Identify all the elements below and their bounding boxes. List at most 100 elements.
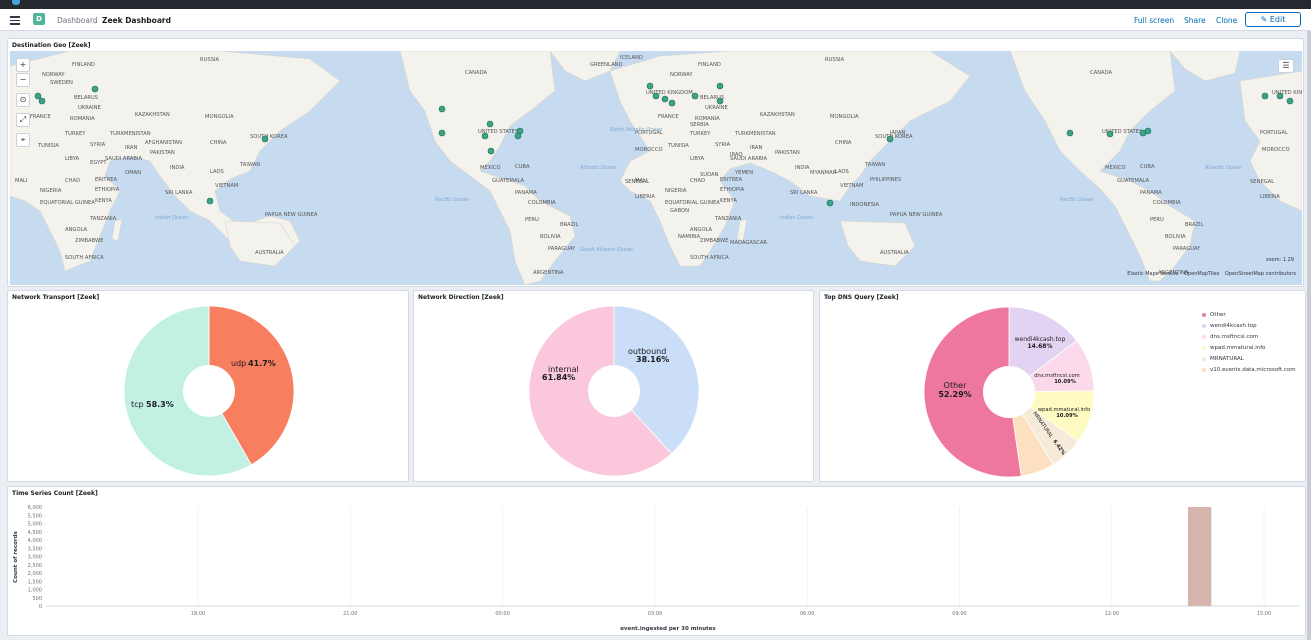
geo-point-marker[interactable] <box>716 82 724 90</box>
country-label: PAPUA NEW GUINEA <box>265 212 318 218</box>
zoom-readout: zoom: 1.29 <box>1265 257 1294 263</box>
destination-geo-panel: Destination Geo [Zeek] RUSSIA RUSSIA FIN… <box>7 38 1304 287</box>
country-label: TANZANIA <box>714 216 742 222</box>
country-label: NORWAY <box>670 72 693 78</box>
geo-point-marker[interactable] <box>886 135 894 143</box>
full-screen-button[interactable]: Full screen <box>1134 16 1174 25</box>
x-tick-label: 15:00 <box>1257 611 1271 617</box>
legend-swatch <box>1202 367 1206 372</box>
page-scrollbar[interactable] <box>1307 31 1311 640</box>
country-label: ETHIOPIA <box>95 187 120 193</box>
geo-point-marker[interactable] <box>716 97 724 105</box>
geo-point-marker[interactable] <box>1261 92 1269 100</box>
country-label: FINLAND <box>698 62 721 68</box>
time-series-chart[interactable]: 0 500 1,000 1,500 2,000 2,500 3,000 3,500 4,000 4… <box>8 487 1307 637</box>
geo-point-marker[interactable] <box>1106 130 1114 138</box>
country-label: TAIWAN <box>239 162 260 168</box>
draw-bounds-icon[interactable]: ⌖ <box>16 133 30 147</box>
country-label: EQUATORIAL GUINEA <box>40 200 95 206</box>
geo-point-marker[interactable] <box>438 105 446 113</box>
geo-point-marker[interactable] <box>34 92 42 100</box>
geo-point-marker[interactable] <box>487 147 495 155</box>
legend-label: dns.msftncsi.com <box>1210 334 1259 340</box>
geo-point-marker[interactable] <box>1286 97 1294 105</box>
country-label: LIBYA <box>65 156 79 162</box>
legend-item[interactable]: wpad.mmatural.info <box>1202 343 1296 354</box>
legend-swatch <box>1202 323 1206 328</box>
legend-item[interactable]: Other <box>1202 310 1296 321</box>
attribution-osm[interactable]: OpenStreetMap contributors <box>1225 271 1296 277</box>
geo-point-marker[interactable] <box>438 129 446 137</box>
geo-point-marker[interactable] <box>1276 92 1284 100</box>
country-label: UNITED KINGDOM <box>1272 90 1302 96</box>
y-tick-label: 3,500 <box>28 546 42 552</box>
geo-point-marker[interactable] <box>691 92 699 100</box>
country-label: LAOS <box>835 169 849 175</box>
country-label: SERBIA <box>690 122 709 128</box>
country-label: NAMIBIA <box>678 234 701 240</box>
y-tick-label: 1,000 <box>28 588 42 594</box>
country-label: EQUATORIAL GUINEA <box>665 200 720 206</box>
slice-label: wendi4kcash.top <box>1015 336 1066 343</box>
breadcrumb-separator: / <box>95 16 98 25</box>
country-label: INDONESIA <box>850 202 879 208</box>
geo-point-marker[interactable] <box>1144 127 1152 135</box>
country-label: KENYA <box>720 198 737 204</box>
geo-point-marker[interactable] <box>826 199 834 207</box>
y-tick-label: 6,000 <box>28 505 42 511</box>
country-label: SYRIA <box>715 142 731 148</box>
zoom-out-button[interactable]: − <box>16 73 30 87</box>
dns-pie-chart[interactable]: wendi4kcash.top14.68%dns.msftncsi.com10.… <box>820 291 1190 483</box>
map-attribution: Elastic Maps Service OpenMapTiles OpenSt… <box>1123 271 1296 277</box>
layers-toggle-icon[interactable]: ☰ <box>1278 59 1294 73</box>
x-tick-label: 00:00 <box>495 611 509 617</box>
country-label: COLOMBIA <box>528 200 556 206</box>
attribution-ems[interactable]: Elastic Maps Service <box>1127 271 1178 277</box>
space-avatar[interactable]: D <box>33 13 45 25</box>
geo-point-marker[interactable] <box>206 197 214 205</box>
country-label: ROMANIA <box>70 116 95 122</box>
geo-point-marker[interactable] <box>646 82 654 90</box>
country-label: FINLAND <box>72 62 95 68</box>
geo-point-marker[interactable] <box>661 95 669 103</box>
y-tick-label: 3,000 <box>28 555 42 561</box>
share-button[interactable]: Share <box>1184 16 1206 25</box>
country-label: AUSTRALIA <box>880 250 909 256</box>
edit-button[interactable]: ✎ Edit <box>1245 12 1301 27</box>
geo-point-marker[interactable] <box>38 97 46 105</box>
legend-item[interactable]: MRNATURAL <box>1202 354 1296 365</box>
country-label: CHINA <box>835 140 852 146</box>
check-icon: ✓ <box>159 15 166 24</box>
attribution-openmaptiles[interactable]: OpenMapTiles <box>1184 271 1219 277</box>
ocean-label: Indian Ocean <box>155 215 188 221</box>
menu-icon[interactable] <box>10 14 20 25</box>
geo-point-marker[interactable] <box>1066 129 1074 137</box>
country-label: SOUTH AFRICA <box>690 255 729 261</box>
geo-point-marker[interactable] <box>668 99 676 107</box>
geo-point-marker[interactable] <box>486 120 494 128</box>
geo-point-marker[interactable] <box>91 85 99 93</box>
ocean-label: Atlantic Ocean <box>1204 165 1242 171</box>
draw-shape-icon[interactable]: ⤢ <box>16 113 30 127</box>
country-label: RUSSIA <box>825 57 845 63</box>
direction-pie-chart[interactable]: outbound38.16%internal61.84% <box>414 291 815 483</box>
country-label: CANADA <box>1090 70 1113 76</box>
world-map[interactable]: RUSSIA RUSSIA FINLAND FINLAND NORWAY NORWAY SW… <box>10 51 1302 285</box>
legend-item[interactable]: v10.events.data.microsoft.com <box>1202 365 1296 376</box>
breadcrumb-dashboard[interactable]: Dashboard <box>57 16 98 25</box>
geo-point-marker[interactable] <box>652 92 660 100</box>
geo-point-marker[interactable] <box>514 132 522 140</box>
transport-pie-chart[interactable]: udp 41.7% tcp 58.3% <box>8 291 410 483</box>
slice-value-label: 10.09% <box>1056 413 1078 419</box>
zoom-in-button[interactable]: + <box>16 58 30 72</box>
histogram-bar[interactable] <box>1187 507 1212 606</box>
fit-bounds-icon[interactable]: ⊙ <box>16 93 30 107</box>
legend-label: wpad.mmatural.info <box>1210 345 1266 351</box>
geo-point-marker[interactable] <box>481 132 489 140</box>
clone-button[interactable]: Clone <box>1216 16 1237 25</box>
country-label: PAPUA NEW GUINEA <box>890 212 943 218</box>
geo-point-marker[interactable] <box>261 135 269 143</box>
legend-item[interactable]: wendi4kcash.top <box>1202 321 1296 332</box>
legend-item[interactable]: dns.msftncsi.com <box>1202 332 1296 343</box>
x-tick-label: 03:00 <box>648 611 662 617</box>
